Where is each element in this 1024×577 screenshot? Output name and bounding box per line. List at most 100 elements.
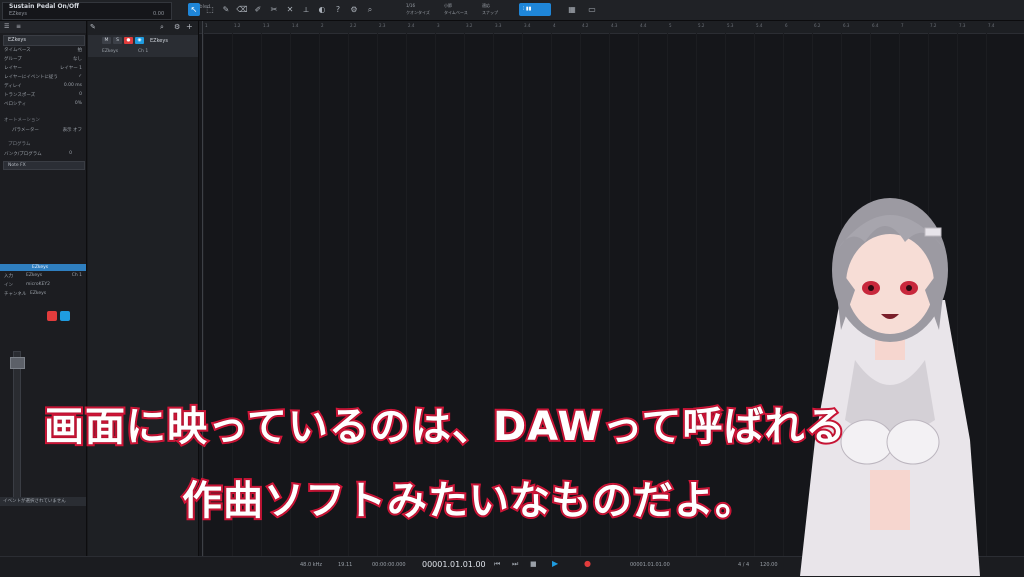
strip-row-value[interactable]: EZkeys bbox=[26, 273, 42, 278]
zoom-icon[interactable]: ⌕ bbox=[364, 3, 376, 16]
insp-row-value[interactable]: 0% bbox=[75, 101, 82, 106]
quantize-value[interactable]: 1/16 bbox=[406, 3, 415, 8]
ruler-tick: 1.4 bbox=[292, 23, 299, 28]
insp-row-value[interactable]: 0 bbox=[79, 92, 82, 97]
inspector-status-bar: イベントが選択されていません bbox=[0, 497, 86, 506]
track-row[interactable]: M S ● ◉ EZkeys EZkeys Ch 1 bbox=[88, 35, 198, 57]
ruler-tick: 4 bbox=[553, 23, 556, 28]
position-readout[interactable]: 00001.01.01.00 bbox=[422, 560, 486, 569]
ruler-tick: 1.3 bbox=[263, 23, 270, 28]
tempo[interactable]: 120.00 bbox=[760, 562, 778, 568]
mute-button[interactable]: M bbox=[102, 37, 111, 44]
insp-row-label: グループ bbox=[4, 57, 22, 62]
record-arm-button[interactable] bbox=[47, 311, 57, 321]
solo-button[interactable]: S bbox=[113, 37, 122, 44]
ruler-tick: 6.4 bbox=[872, 23, 879, 28]
menu-icon[interactable]: ☰ bbox=[4, 23, 9, 30]
strip-row-output[interactable]: Ch 1 bbox=[72, 273, 82, 278]
grid-line bbox=[783, 33, 784, 556]
paint-tool-icon[interactable]: ✐ bbox=[252, 3, 264, 16]
insp-row-value[interactable]: レイヤー 1 bbox=[60, 65, 82, 71]
ruler-tick: 5.2 bbox=[698, 23, 705, 28]
strip-name: EZkeys bbox=[32, 265, 49, 270]
snap-label: スナップ bbox=[482, 10, 498, 15]
timebase-value[interactable]: 小節 bbox=[444, 3, 452, 9]
ruler-tick: 5 bbox=[669, 23, 672, 28]
eraser-tool-icon[interactable]: ⌫ bbox=[236, 3, 248, 16]
insp-row-value[interactable]: 0.00 ms bbox=[64, 83, 82, 88]
ruler-tick: 2.2 bbox=[350, 23, 357, 28]
vtuber-character bbox=[800, 198, 980, 576]
ruler-tick: 3 bbox=[437, 23, 440, 28]
ruler-tick: 7.3 bbox=[959, 23, 966, 28]
insp-row-label: トランスポーズ bbox=[4, 93, 36, 98]
note-fx-field[interactable]: Note FX bbox=[3, 161, 85, 170]
ruler-tick: 1.2 bbox=[234, 23, 241, 28]
track-instrument[interactable]: EZkeys bbox=[102, 49, 118, 54]
ruler-tick: 6.2 bbox=[814, 23, 821, 28]
strip-row-value[interactable]: microKEY2 bbox=[26, 282, 50, 287]
ruler-tick: 2.4 bbox=[408, 23, 415, 28]
snap-toggle-button[interactable]: ⫶ ▮▮ bbox=[519, 3, 551, 16]
song-time: 0.00 bbox=[153, 11, 165, 17]
title-bar: Sustain Pedal On/Off EZkeys 0.00 Enabled… bbox=[0, 0, 1024, 21]
gear-icon[interactable]: ⚙ bbox=[348, 3, 360, 16]
forward-icon[interactable]: ⏭ bbox=[512, 560, 518, 569]
range-tool-icon[interactable]: ⬚ bbox=[204, 3, 216, 16]
bank-value[interactable]: 0 bbox=[69, 151, 72, 156]
volume-fader-handle[interactable] bbox=[10, 357, 25, 369]
ruler-tick: 4.3 bbox=[611, 23, 618, 28]
subtitle-line-2: 作曲ソフトみたいなものだよ。 bbox=[180, 476, 757, 526]
mute-tool-icon[interactable]: ✕ bbox=[284, 3, 296, 16]
subtitle-line-1: 画面に映っているのは、DAWって呼ばれる bbox=[42, 402, 847, 452]
add-icon[interactable]: + bbox=[186, 22, 193, 31]
settings-icon[interactable]: ⚙ bbox=[174, 23, 180, 31]
song-info-box[interactable]: Sustain Pedal On/Off EZkeys 0.00 bbox=[2, 2, 172, 20]
rewind-icon[interactable]: ⏮ bbox=[494, 560, 500, 569]
stop-icon[interactable]: ■ bbox=[530, 560, 537, 568]
ruler-tick: 6 bbox=[785, 23, 788, 28]
play-icon[interactable]: ▶ bbox=[552, 559, 558, 568]
add-track-icon[interactable]: ✎ bbox=[90, 23, 96, 31]
sample-rate: 48.0 kHz bbox=[300, 562, 323, 568]
ruler-tick: 7.2 bbox=[930, 23, 937, 28]
track-name-field[interactable]: EZkeys bbox=[3, 35, 85, 46]
track-channel[interactable]: Ch 1 bbox=[138, 49, 148, 54]
snap-value[interactable]: 適応 bbox=[482, 3, 490, 9]
ruler-tick: 7 bbox=[901, 23, 904, 28]
volume-fader-track bbox=[13, 351, 21, 498]
inspector-header: ☰ ≡ bbox=[0, 21, 86, 33]
bend-tool-icon[interactable]: ⟂ bbox=[300, 3, 312, 16]
insp-row-label: レイヤーにイベントに従う bbox=[4, 75, 58, 80]
loop-start[interactable]: 00001.01.01.00 bbox=[630, 562, 670, 568]
timecode: 00:00:00.000 bbox=[372, 562, 406, 568]
track-record-button[interactable]: ● bbox=[124, 37, 133, 44]
pencil-tool-icon[interactable]: ✎ bbox=[220, 3, 232, 16]
insp-row-value[interactable]: 拍 bbox=[78, 47, 83, 53]
ruler-tick: 5.3 bbox=[727, 23, 734, 28]
strip-row-value[interactable]: EZkeys bbox=[30, 291, 46, 296]
edit-view-icon[interactable]: ▭ bbox=[586, 3, 598, 16]
listen-tool-icon[interactable]: ◐ bbox=[316, 3, 328, 16]
quantize-group: 1/16 クオンタイズ 小節 タイムベース 適応 スナップ bbox=[400, 3, 520, 17]
automation-value[interactable]: 表示 オフ bbox=[63, 127, 82, 133]
time-signature[interactable]: 4 / 4 bbox=[738, 562, 749, 568]
track-monitor-button[interactable]: ◉ bbox=[135, 37, 144, 44]
note-fx-label: Note FX bbox=[8, 163, 26, 168]
program-section-title: プログラム bbox=[8, 142, 31, 147]
automation-param: パラメーター bbox=[12, 128, 39, 133]
timeline-ruler[interactable]: 1 1.2 1.3 1.4 2 2.2 2.3 2.4 3 3.2 3.3 3.4 4 4.2 4.3 4.4… bbox=[199, 21, 1024, 34]
monitor-button[interactable] bbox=[60, 311, 70, 321]
arrow-tool-icon[interactable]: ↖ bbox=[188, 3, 200, 16]
ruler-tick: 7.4 bbox=[988, 23, 995, 28]
insp-row-value[interactable]: なし bbox=[73, 56, 82, 62]
search-icon[interactable]: ⌕ bbox=[160, 23, 164, 32]
help-icon[interactable]: ? bbox=[332, 3, 344, 16]
insp-row-check[interactable]: ✓ bbox=[78, 74, 82, 79]
record-icon[interactable]: ● bbox=[584, 559, 591, 568]
insp-row-label: ディレイ bbox=[4, 84, 22, 89]
list-icon[interactable]: ≡ bbox=[16, 23, 21, 30]
grid-icon[interactable]: ▦ bbox=[566, 3, 578, 16]
insp-row-label: レイヤー bbox=[4, 66, 22, 71]
split-tool-icon[interactable]: ✂ bbox=[268, 3, 280, 16]
